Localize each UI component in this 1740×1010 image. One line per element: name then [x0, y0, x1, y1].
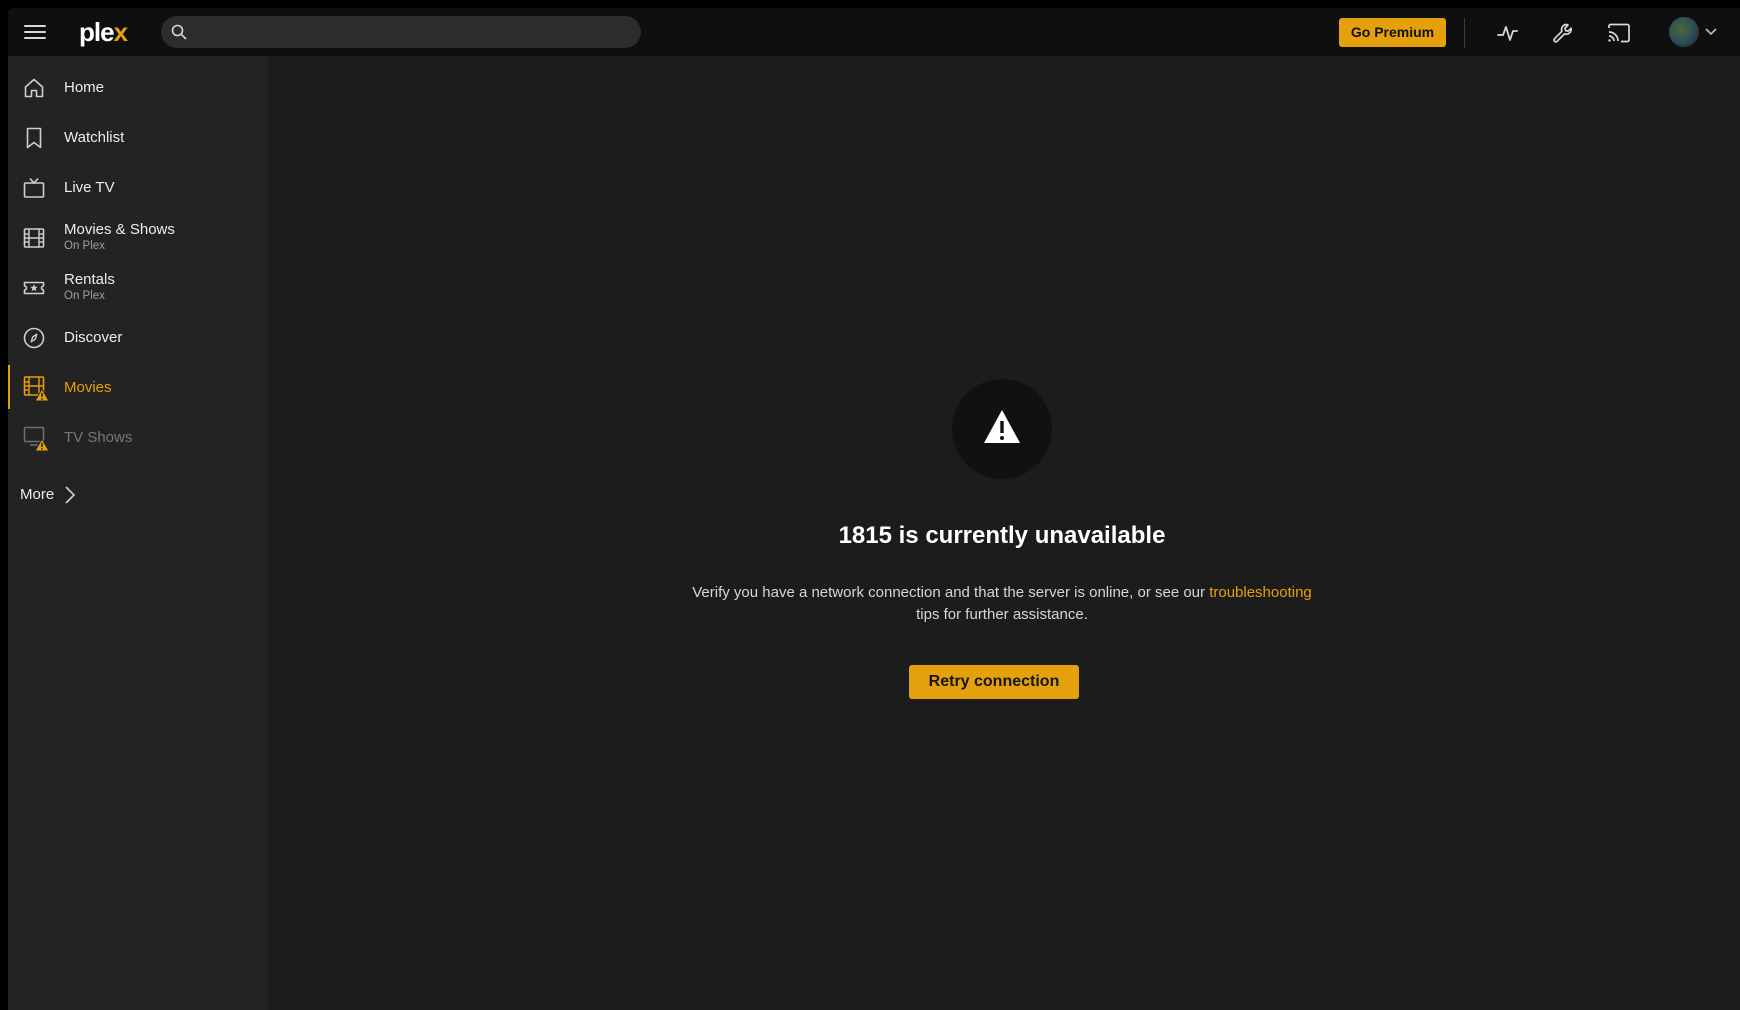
- chevron-right-icon: [65, 486, 76, 504]
- sidebar-item-label: Home: [64, 79, 105, 96]
- sidebar-item-watchlist[interactable]: Watchlist: [8, 115, 268, 159]
- more-label: More: [20, 486, 55, 503]
- chevron-down-icon[interactable]: [1705, 27, 1717, 37]
- tv-icon: [23, 177, 45, 198]
- home-icon: [24, 78, 44, 98]
- logo-accent: x: [113, 17, 129, 47]
- sidebar-item-sublabel: On Plex: [64, 240, 105, 252]
- sidebar-item-label: Movies & Shows: [64, 221, 175, 238]
- sidebar-item-label: Rentals: [64, 271, 115, 288]
- user-avatar[interactable]: [1669, 17, 1699, 47]
- sidebar-item-live-tv[interactable]: Live TV: [8, 165, 268, 209]
- error-title: 1815 is currently unavailable: [838, 522, 1166, 549]
- error-text-after: tips for further assistance.: [916, 606, 1088, 623]
- retry-connection-button[interactable]: Retry connection: [909, 665, 1079, 699]
- cast-icon[interactable]: [1606, 20, 1632, 46]
- go-premium-button[interactable]: Go Premium: [1339, 18, 1446, 47]
- bookmark-icon: [26, 127, 42, 149]
- sidebar-item-rentals[interactable]: Rentals On Plex: [8, 265, 268, 309]
- troubleshooting-link[interactable]: troubleshooting: [1209, 584, 1312, 601]
- sidebar-item-movies[interactable]: Movies: [8, 365, 268, 409]
- film-icon: [23, 228, 45, 248]
- top-bar: plex Go Premium: [8, 8, 1740, 56]
- film-warning-icon: [23, 376, 50, 402]
- sidebar-item-sublabel: On Plex: [64, 290, 105, 302]
- activity-icon[interactable]: [1495, 20, 1521, 46]
- sidebar-item-label: Watchlist: [64, 129, 125, 146]
- search-input[interactable]: [195, 16, 625, 48]
- monitor-warning-icon: [23, 426, 50, 452]
- hamburger-menu-icon[interactable]: [24, 22, 46, 42]
- plex-logo[interactable]: plex: [79, 17, 129, 48]
- main-content: 1815 is currently unavailable Verify you…: [268, 56, 1740, 1010]
- error-text-before: Verify you have a network connection and…: [692, 584, 1210, 601]
- topbar-divider: [1464, 18, 1465, 48]
- logo-text: ple: [79, 17, 115, 47]
- sidebar-item-tv-shows[interactable]: TV Shows: [8, 415, 268, 459]
- sidebar-item-movies-shows[interactable]: Movies & Shows On Plex: [8, 215, 268, 259]
- ticket-star-icon: [23, 281, 45, 295]
- search-bar[interactable]: [161, 16, 641, 48]
- sidebar-item-discover[interactable]: Discover: [8, 315, 268, 359]
- search-icon: [171, 24, 187, 40]
- compass-icon: [23, 327, 45, 349]
- sidebar-item-home[interactable]: Home: [8, 65, 268, 109]
- error-message: Verify you have a network connection and…: [652, 582, 1352, 626]
- sidebar-item-label: Movies: [64, 379, 112, 396]
- warning-badge: [952, 379, 1052, 479]
- sidebar-item-label: TV Shows: [64, 429, 133, 446]
- warning-triangle-icon: [984, 410, 1020, 443]
- settings-wrench-icon[interactable]: [1550, 20, 1576, 46]
- sidebar: Home Watchlist Live TV Movies & Shows On…: [8, 56, 268, 1010]
- plex-app-window: plex Go Premium Home Watchlist Live TV M…: [8, 8, 1740, 1010]
- sidebar-item-label: Discover: [64, 329, 123, 346]
- sidebar-item-label: Live TV: [64, 179, 115, 196]
